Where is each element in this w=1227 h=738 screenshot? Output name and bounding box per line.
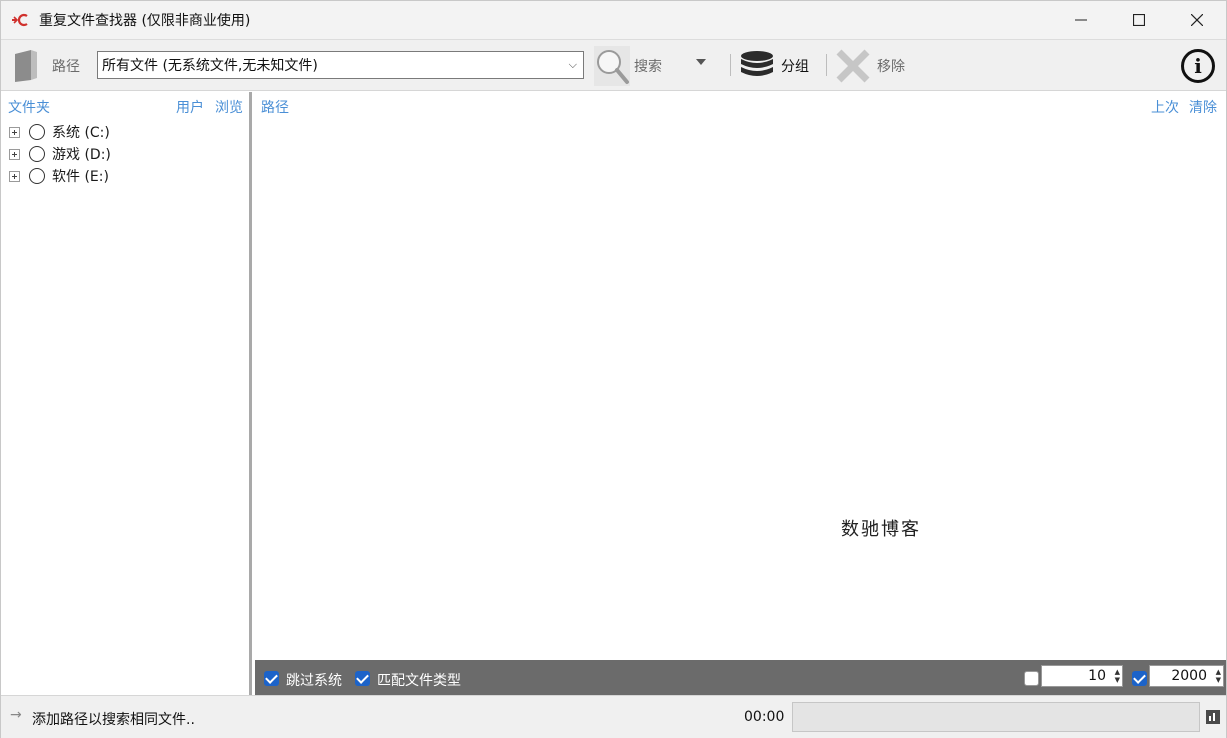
toolbar-divider — [826, 54, 827, 76]
window-title: 重复文件查找器 (仅限非商业使用) — [39, 13, 251, 29]
minimize-icon — [1075, 19, 1087, 21]
database-icon[interactable] — [739, 50, 775, 82]
path-header-link[interactable]: 路径 — [261, 97, 289, 117]
spinner-arrows-icon[interactable]: ▲ ▼ — [1115, 668, 1120, 684]
path-label[interactable]: 路径 — [52, 56, 80, 76]
path-panel: 路径 上次 清除 数驰博客 — [255, 92, 1226, 660]
expand-plus-icon[interactable] — [9, 126, 20, 138]
toolbar: 路径 所有文件 (无系统文件,无未知文件) ⌵ 搜索 分组 移除 i — [1, 39, 1226, 91]
search-magnifier-icon — [597, 50, 629, 84]
min-size-spinner[interactable]: 10 ▲ ▼ — [1041, 665, 1123, 687]
folder-icon[interactable] — [13, 48, 39, 84]
window-controls — [1052, 1, 1226, 39]
path-panel-header: 路径 上次 清除 — [255, 92, 1226, 118]
tree-item-drive-e[interactable]: 软件 (E:) — [9, 165, 109, 187]
close-icon — [1191, 14, 1203, 26]
drive-radio[interactable] — [29, 168, 45, 184]
toolbar-divider — [730, 54, 731, 76]
file-filter-value: 所有文件 (无系统文件,无未知文件) — [102, 58, 318, 74]
expand-plus-icon[interactable] — [9, 170, 20, 182]
spinner-arrows-icon[interactable]: ▲ ▼ — [1216, 668, 1221, 684]
min-size-value: 10 — [1088, 668, 1106, 684]
folder-panel-header: 文件夹 用户 浏览 — [1, 92, 249, 118]
maximize-button[interactable] — [1110, 1, 1168, 39]
expand-plus-icon[interactable] — [9, 148, 20, 160]
search-dropdown-icon[interactable] — [696, 59, 706, 65]
maximize-icon — [1133, 14, 1145, 26]
title-bar: 重复文件查找器 (仅限非商业使用) — [1, 1, 1226, 39]
tree-item-drive-c[interactable]: 系统 (C:) — [9, 121, 110, 143]
group-label[interactable]: 分组 — [781, 56, 809, 76]
drive-label: 系统 (C:) — [52, 125, 110, 141]
remove-label[interactable]: 移除 — [877, 56, 905, 76]
drive-radio[interactable] — [29, 124, 45, 140]
close-button[interactable] — [1168, 1, 1226, 39]
tree-item-drive-d[interactable]: 游戏 (D:) — [9, 143, 111, 165]
status-message: 添加路径以搜索相同文件.. — [32, 712, 195, 728]
app-logo-icon — [11, 13, 29, 27]
bar-chart-icon[interactable] — [1206, 710, 1220, 724]
skip-system-checkbox[interactable] — [264, 671, 279, 686]
folder-panel: 文件夹 用户 浏览 系统 (C:) 游戏 (D:) 软件 (E:) — [1, 92, 252, 695]
max-count-value: 2000 — [1171, 668, 1207, 684]
match-type-checkbox[interactable] — [355, 671, 370, 686]
status-bar: → 添加路径以搜索相同文件.. 00:00 — [1, 695, 1226, 738]
drive-radio[interactable] — [29, 146, 45, 162]
watermark-text: 数驰博客 — [841, 519, 921, 540]
search-button[interactable] — [594, 46, 630, 86]
x-remove-icon[interactable] — [835, 49, 871, 83]
app-window: 重复文件查找器 (仅限非商业使用) 路径 所有文件 (无系统文件,无未知文件) … — [0, 0, 1227, 738]
min-size-checkbox[interactable] — [1024, 671, 1039, 686]
folders-link[interactable]: 文件夹 — [8, 97, 50, 117]
options-bar: 跳过系统 匹配文件类型 10 ▲ ▼ 2000 ▲ ▼ — [255, 660, 1226, 695]
clear-link[interactable]: 清除 — [1189, 97, 1217, 117]
max-count-checkbox[interactable] — [1132, 671, 1147, 686]
chevron-down-icon: ⌵ — [568, 58, 577, 71]
skip-system-label[interactable]: 跳过系统 — [286, 670, 342, 690]
arrow-right-icon: → — [10, 707, 22, 723]
search-label[interactable]: 搜索 — [634, 56, 662, 76]
last-link[interactable]: 上次 — [1151, 97, 1179, 117]
drive-label: 软件 (E:) — [52, 169, 109, 185]
drive-label: 游戏 (D:) — [52, 147, 111, 163]
max-count-spinner[interactable]: 2000 ▲ ▼ — [1149, 665, 1224, 687]
browse-link[interactable]: 浏览 — [215, 97, 243, 117]
user-link[interactable]: 用户 — [176, 97, 204, 117]
minimize-button[interactable] — [1052, 1, 1110, 39]
info-icon[interactable]: i — [1181, 49, 1215, 83]
file-filter-select[interactable]: 所有文件 (无系统文件,无未知文件) ⌵ — [97, 51, 584, 79]
elapsed-time: 00:00 — [744, 709, 785, 725]
progress-bar — [792, 702, 1200, 732]
match-type-label[interactable]: 匹配文件类型 — [377, 670, 461, 690]
